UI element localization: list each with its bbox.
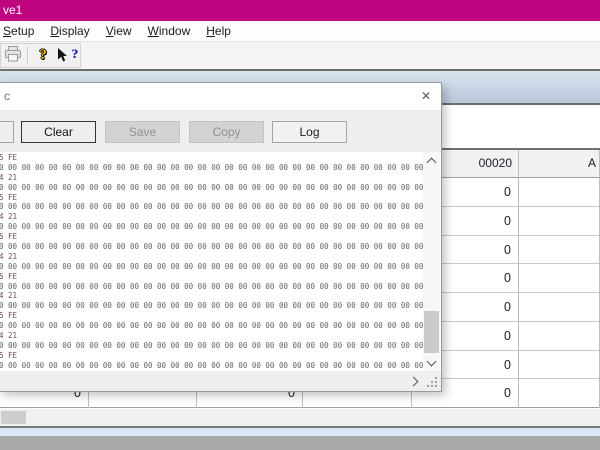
- hex-log-line: 4 21: [0, 331, 423, 341]
- hex-log-line: 0 00 00 00 00 00 00 00 00 00 00 00 00 00…: [0, 262, 423, 272]
- hex-log-line: 0 00 00 00 00 00 00 00 00 00 00 00 00 00…: [0, 183, 423, 193]
- main-horizontal-scrollbar[interactable]: [0, 409, 600, 426]
- table-cell: 0: [504, 358, 511, 372]
- dialog-bottom-strip: [0, 371, 441, 391]
- toolbar-separator: [27, 47, 28, 64]
- menu-view[interactable]: View: [98, 22, 140, 41]
- hex-log-line: 0 00 00 00 00 00 00 00 00 00 00 00 00 00…: [0, 341, 423, 351]
- hex-log-line: 4 21: [0, 252, 423, 262]
- toolbar: ? ?: [0, 42, 600, 69]
- hex-log-line: 0 00 00 00 00 00 00 00 00 00 00 00 00 00…: [0, 163, 423, 173]
- hex-log-line: 0 00 00 00 00 00 00 00 00 00 00 00 00 00…: [0, 301, 423, 311]
- table-cell: 0: [504, 271, 511, 285]
- cut-button[interactable]: [0, 121, 14, 143]
- menu-display[interactable]: Display: [42, 22, 97, 41]
- menu-setup[interactable]: Setup: [0, 22, 42, 41]
- print-button[interactable]: [3, 45, 22, 66]
- scroll-down-button[interactable]: [423, 354, 440, 371]
- hex-log-line: 5 FE: [0, 311, 423, 321]
- hex-log-line: 4 21: [0, 212, 423, 222]
- table-cell: 0: [504, 214, 511, 228]
- scroll-up-button[interactable]: [423, 152, 440, 169]
- hex-log-line: 0 00 00 00 00 00 00 00 00 00 00 00 00 00…: [0, 222, 423, 232]
- table-cell: 0: [504, 243, 511, 257]
- resize-grip[interactable]: [427, 377, 437, 387]
- dialog-title: c: [4, 89, 10, 103]
- copy-button[interactable]: Copy: [189, 121, 264, 143]
- close-icon[interactable]: ✕: [417, 87, 435, 105]
- hex-log-line: 0 00 00 00 00 00 00 00 00 00 00 00 00 00…: [0, 202, 423, 212]
- table-cell: 0: [504, 185, 511, 199]
- menubar: SetupDisplayViewWindowHelp: [0, 21, 600, 42]
- clear-button[interactable]: Clear: [21, 121, 96, 143]
- dialog-titlebar[interactable]: c ✕: [0, 83, 441, 110]
- hex-log-line: 4 21: [0, 173, 423, 183]
- column-header[interactable]: 00020: [479, 156, 512, 170]
- window-title: ve1: [3, 3, 22, 17]
- titlebar[interactable]: ve1: [0, 0, 600, 21]
- help-icon: ?: [39, 47, 47, 64]
- hex-log-view[interactable]: 5 FE0 00 00 00 00 00 00 00 00 00 00 00 0…: [0, 152, 423, 371]
- table-cell: 0: [504, 329, 511, 343]
- workspace-background: [0, 436, 600, 450]
- hex-log-line: 4 21: [0, 291, 423, 301]
- hex-log-line: 5 FE: [0, 351, 423, 361]
- print-icon: [4, 46, 22, 65]
- child-window-frame-strip: [0, 428, 600, 436]
- dialog-vertical-scrollbar[interactable]: [423, 152, 440, 371]
- save-button[interactable]: Save: [105, 121, 180, 143]
- hex-log-line: 5 FE: [0, 232, 423, 242]
- hex-log-line: 5 FE: [0, 272, 423, 282]
- vertical-scrollbar-thumb[interactable]: [424, 311, 439, 353]
- menu-help[interactable]: Help: [198, 22, 239, 41]
- dialog-button-strip: Clear Save Copy Log: [0, 110, 441, 152]
- hex-log-line: 5 FE: [0, 153, 423, 163]
- log-button[interactable]: Log: [272, 121, 347, 143]
- table-cell: 0: [504, 300, 511, 314]
- context-help-button[interactable]: ?: [57, 45, 78, 66]
- table-cell: 0: [504, 386, 511, 400]
- menu-window[interactable]: Window: [140, 22, 199, 41]
- hex-log-line: 5 FE: [0, 193, 423, 203]
- scroll-right-button[interactable]: [407, 373, 421, 387]
- app-window: ve1 SetupDisplayViewWindowHelp ?: [0, 0, 600, 450]
- hex-log-line: 0 00 00 00 00 00 00 00 00 00 00 00 00 00…: [0, 321, 423, 331]
- hex-log-line: 0 00 00 00 00 00 00 00 00 00 00 00 00 00…: [0, 242, 423, 252]
- hex-log-line: 0 00 00 00 00 00 00 00 00 00 00 00 00 00…: [0, 282, 423, 292]
- help-button[interactable]: ?: [33, 45, 52, 66]
- hex-log-line: 0 00 00 00 00 00 00 00 00 00 00 00 00 00…: [0, 361, 423, 371]
- main-horizontal-scrollbar-thumb[interactable]: [1, 411, 26, 424]
- grid-column-line: [518, 150, 519, 408]
- toolbar-group: ? ?: [0, 43, 81, 68]
- dialog: c ✕ ClearSaveCopyLog 5 FE0 00 00 00 00 0…: [0, 82, 442, 392]
- column-header[interactable]: A: [588, 156, 596, 170]
